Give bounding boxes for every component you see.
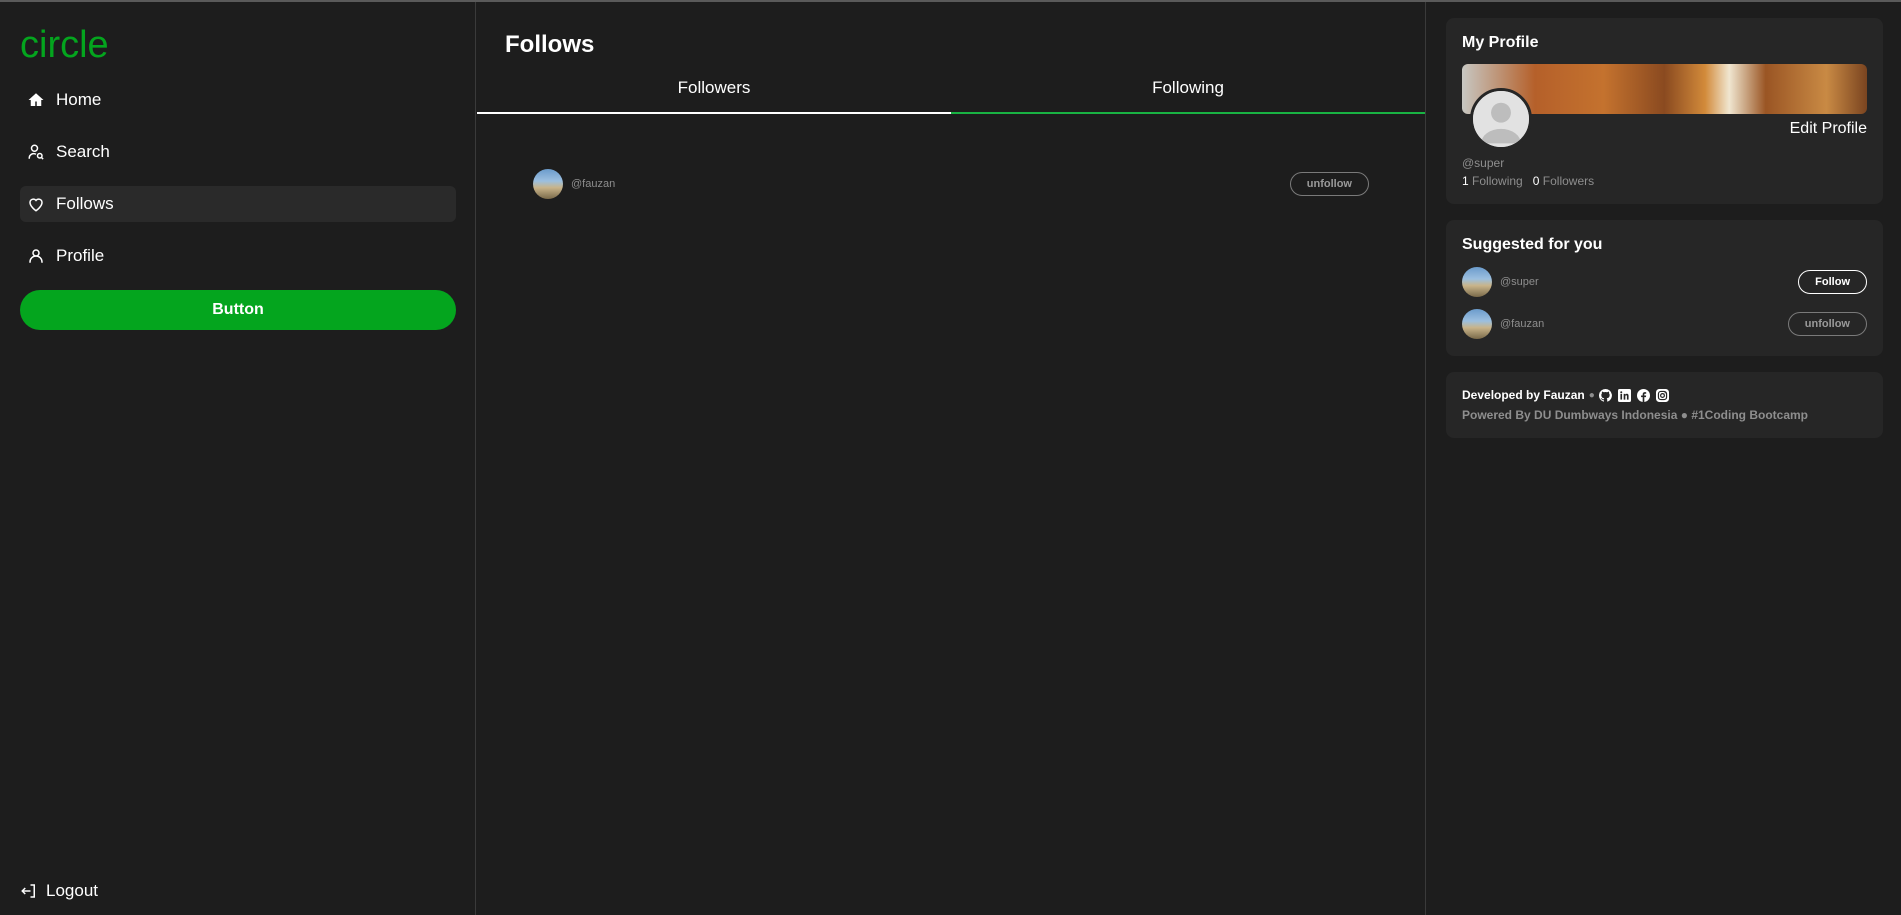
following-label[interactable]: Following: [1472, 174, 1523, 188]
developed-by-text: Developed by Fauzan: [1462, 388, 1585, 402]
tab-following[interactable]: Following: [951, 68, 1425, 114]
home-icon: [26, 90, 46, 110]
tab-followers[interactable]: Followers: [477, 68, 951, 114]
card-title: Suggested for you: [1462, 236, 1603, 253]
heart-icon: [26, 194, 46, 214]
user-handle[interactable]: @fauzan: [1500, 318, 1788, 330]
sidebar-item-profile[interactable]: Profile: [20, 238, 456, 274]
list-item: @fauzan unfollow: [1462, 308, 1867, 340]
following-count: 1: [1462, 174, 1469, 188]
right-column: My Profile Edit Profile @super 1 Followi…: [1446, 18, 1883, 454]
my-profile-card: My Profile Edit Profile @super 1 Followi…: [1446, 18, 1883, 204]
user-icon: [26, 246, 46, 266]
main-content: Follows Followers Following @fauzan unfo…: [477, 2, 1426, 915]
page-title: Follows: [505, 31, 595, 58]
edit-profile-button[interactable]: Edit Profile: [1790, 120, 1867, 138]
app-logo[interactable]: circle: [20, 24, 455, 66]
powered-by: Powered By DU Dumbways Indonesia ● #1Cod…: [1462, 408, 1867, 422]
bootcamp-text: #1Coding Bootcamp: [1691, 408, 1808, 422]
sidebar-item-follows[interactable]: Follows: [20, 186, 456, 222]
profile-stats: 1 Following 0 Followers: [1462, 174, 1867, 188]
logout-icon: [21, 884, 35, 898]
list-item: @super Follow: [1462, 266, 1867, 298]
powered-by-text: Powered By DU Dumbways Indonesia: [1462, 408, 1678, 422]
profile-header: Edit Profile: [1462, 88, 1867, 154]
avatar[interactable]: [533, 169, 563, 199]
logout-label: Logout: [46, 881, 98, 900]
developer-credit: Developed by Fauzan ●: [1462, 388, 1867, 402]
suggested-card: Suggested for you @super Follow @fauzan …: [1446, 220, 1883, 356]
followers-label[interactable]: Followers: [1543, 174, 1594, 188]
sidebar-item-label: Search: [56, 142, 110, 161]
sidebar-item-home[interactable]: Home: [20, 82, 456, 118]
left-sidebar: circle Home Search Follows Profile Butto…: [0, 2, 476, 915]
instagram-icon[interactable]: [1655, 388, 1669, 402]
sidebar-item-label: Home: [56, 90, 102, 109]
avatar[interactable]: [1462, 267, 1492, 297]
follow-list: @fauzan unfollow: [477, 114, 1425, 200]
linkedin-icon[interactable]: [1617, 388, 1631, 402]
separator-dot: ●: [1680, 408, 1692, 422]
footer-card: Developed by Fauzan ● Powered By DU Dumb…: [1446, 372, 1883, 438]
user-search-icon: [26, 142, 46, 162]
follow-button[interactable]: Follow: [1798, 270, 1867, 294]
github-icon[interactable]: [1598, 388, 1612, 402]
separator-dot: ●: [1588, 389, 1595, 401]
sidebar-item-label: Follows: [56, 194, 114, 213]
logout-button[interactable]: Logout: [20, 881, 98, 901]
profile-avatar[interactable]: [1470, 88, 1532, 150]
unfollow-button[interactable]: unfollow: [1787, 312, 1867, 336]
avatar[interactable]: [1462, 309, 1492, 339]
list-item: @fauzan unfollow: [533, 168, 1369, 200]
follow-tabs: Followers Following: [477, 68, 1425, 114]
user-handle[interactable]: @super: [1500, 276, 1798, 288]
my-handle: @super: [1462, 156, 1505, 170]
card-title: My Profile: [1462, 34, 1539, 51]
sidebar-item-label: Profile: [56, 246, 105, 265]
facebook-icon[interactable]: [1636, 388, 1650, 402]
primary-button[interactable]: Button: [20, 290, 456, 330]
user-handle[interactable]: @fauzan: [571, 178, 1290, 190]
followers-count: 0: [1532, 174, 1540, 188]
unfollow-button[interactable]: unfollow: [1289, 172, 1369, 196]
sidebar-item-search[interactable]: Search: [20, 134, 456, 170]
